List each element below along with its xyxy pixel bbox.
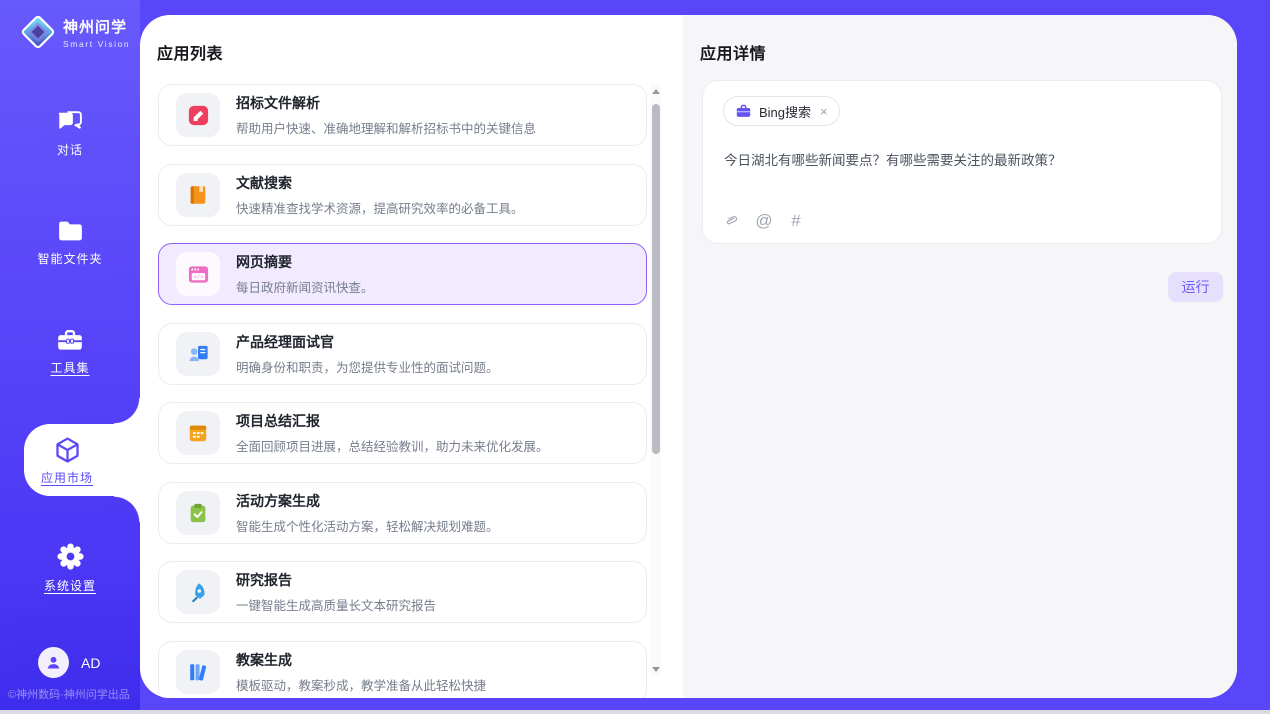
folder-icon [56, 218, 85, 244]
prompt-text[interactable]: 今日湖北有哪些新闻要点？有哪些需要关注的最新政策？ [724, 151, 1194, 171]
svg-text:</>: </> [193, 274, 202, 280]
app-card-title: 产品经理面试官 [236, 332, 499, 352]
cube-icon [52, 435, 83, 466]
brand-diamond-icon [20, 13, 56, 51]
app-window: 神州问学 Smart Vision 对话 智能文件夹 工具集 应用市场 系统设置… [0, 0, 1270, 714]
list-scrollbar[interactable] [650, 84, 661, 676]
app-card[interactable]: 文献搜索 快速精准查找学术资源，提高研究效率的必备工具。 [158, 164, 647, 226]
sidebar-item-toolbox[interactable]: 工具集 [0, 327, 140, 376]
app-card-title: 活动方案生成 [236, 491, 499, 511]
sidebar-item-gear[interactable]: 系统设置 [0, 542, 140, 594]
app-card[interactable]: 产品经理面试官 明确身份和职责，为您提供专业性的面试问题。 [158, 323, 647, 385]
app-detail-panel: 应用详情 Bing搜索 × 今日湖北有哪些新闻要点？有哪些需要关注的最新政策？ [683, 15, 1237, 698]
sidebar-item-label: 智能文件夹 [37, 250, 102, 267]
research-icon [176, 570, 220, 614]
app-card-title: 教案生成 [236, 650, 486, 670]
paperclip-icon[interactable] [723, 212, 741, 230]
app-card[interactable]: 招标文件解析 帮助用户快速、准确地理解和解析招标书中的关键信息 [158, 84, 647, 146]
app-card-desc: 帮助用户快速、准确地理解和解析招标书中的关键信息 [236, 118, 536, 137]
clipboard-check-icon [176, 491, 220, 535]
book-icon [176, 173, 220, 217]
app-detail-title: 应用详情 [700, 40, 766, 64]
app-card-title: 招标文件解析 [236, 93, 536, 113]
app-card[interactable]: 活动方案生成 智能生成个性化活动方案，轻松解决规划难题。 [158, 482, 647, 544]
calendar-icon [176, 411, 220, 455]
app-card-title: 研究报告 [236, 570, 436, 590]
gear-icon [56, 542, 85, 571]
tool-tag-bing-search[interactable]: Bing搜索 × [723, 96, 840, 126]
app-card-desc: 快速精准查找学术资源，提高研究效率的必备工具。 [236, 198, 524, 217]
app-card-list: 招标文件解析 帮助用户快速、准确地理解和解析招标书中的关键信息 文献搜索 快速精… [158, 84, 647, 698]
app-card[interactable]: 项目总结汇报 全面回顾项目进展，总结经验教训，助力未来优化发展。 [158, 402, 647, 464]
brand-logo: 神州问学 Smart Vision [20, 13, 130, 51]
app-card-title: 项目总结汇报 [236, 411, 549, 431]
sidebar-item-label: 对话 [57, 141, 83, 158]
user-name: AD [81, 655, 100, 671]
sidebar-item-chat[interactable]: 对话 [0, 108, 140, 158]
close-icon[interactable]: × [820, 104, 828, 119]
app-card[interactable]: </> 网页摘要 每日政府新闻资讯快查。 [158, 243, 647, 305]
app-list-title: 应用列表 [157, 40, 223, 64]
app-card-desc: 一键智能生成高质量长文本研究报告 [236, 595, 436, 614]
app-card-desc: 全面回顾项目进展，总结经验教训，助力未来优化发展。 [236, 436, 549, 455]
user-icon [38, 647, 69, 678]
sidebar-item-label: 工具集 [50, 359, 89, 376]
app-card-desc: 智能生成个性化活动方案，轻松解决规划难题。 [236, 516, 499, 535]
at-icon[interactable]: @ [755, 211, 773, 231]
prompt-toolbar: @ # [723, 211, 805, 231]
toolbox-icon [55, 327, 85, 353]
scrollbar-thumb[interactable] [652, 104, 660, 454]
run-button[interactable]: 运行 [1168, 272, 1223, 302]
brand-subtitle: Smart Vision [63, 39, 130, 49]
app-card-title: 网页摘要 [236, 252, 374, 272]
brand-name: 神州问学 [63, 16, 130, 37]
briefcase-icon [735, 103, 752, 120]
edit-document-icon [176, 93, 220, 137]
books-icon [176, 650, 220, 694]
copyright-text: ©神州数码·神州问学出品 [8, 686, 130, 702]
sidebar: 神州问学 Smart Vision 对话 智能文件夹 工具集 应用市场 系统设置… [0, 0, 140, 710]
app-card[interactable]: 教案生成 模板驱动，教案秒成，教学准备从此轻松快捷 [158, 641, 647, 699]
app-card-desc: 模板驱动，教案秒成，教学准备从此轻松快捷 [236, 675, 486, 694]
scroll-up-icon[interactable] [650, 86, 661, 96]
sidebar-item-label: 系统设置 [44, 577, 96, 594]
app-card-desc: 每日政府新闻资讯快查。 [236, 277, 374, 296]
app-card[interactable]: 研究报告 一键智能生成高质量长文本研究报告 [158, 561, 647, 623]
prompt-card: Bing搜索 × 今日湖北有哪些新闻要点？有哪些需要关注的最新政策？ @ # [702, 80, 1222, 244]
user-row[interactable]: AD [38, 647, 100, 678]
content-shell: 应用列表 招标文件解析 帮助用户快速、准确地理解和解析招标书中的关键信息 文献搜… [140, 15, 1237, 698]
chat-icon [56, 108, 85, 135]
interviewer-icon [176, 332, 220, 376]
hash-icon[interactable]: # [787, 211, 805, 231]
sidebar-item-cube[interactable]: 应用市场 [24, 424, 140, 496]
app-card-desc: 明确身份和职责，为您提供专业性的面试问题。 [236, 357, 499, 376]
scroll-down-icon[interactable] [650, 664, 661, 674]
tool-tag-label: Bing搜索 [759, 102, 811, 121]
window-bottom-edge [0, 710, 1270, 714]
sidebar-item-folder[interactable]: 智能文件夹 [0, 218, 140, 267]
app-card-title: 文献搜索 [236, 173, 524, 193]
sidebar-item-label: 应用市场 [41, 469, 93, 486]
webpage-code-icon: </> [176, 252, 220, 296]
